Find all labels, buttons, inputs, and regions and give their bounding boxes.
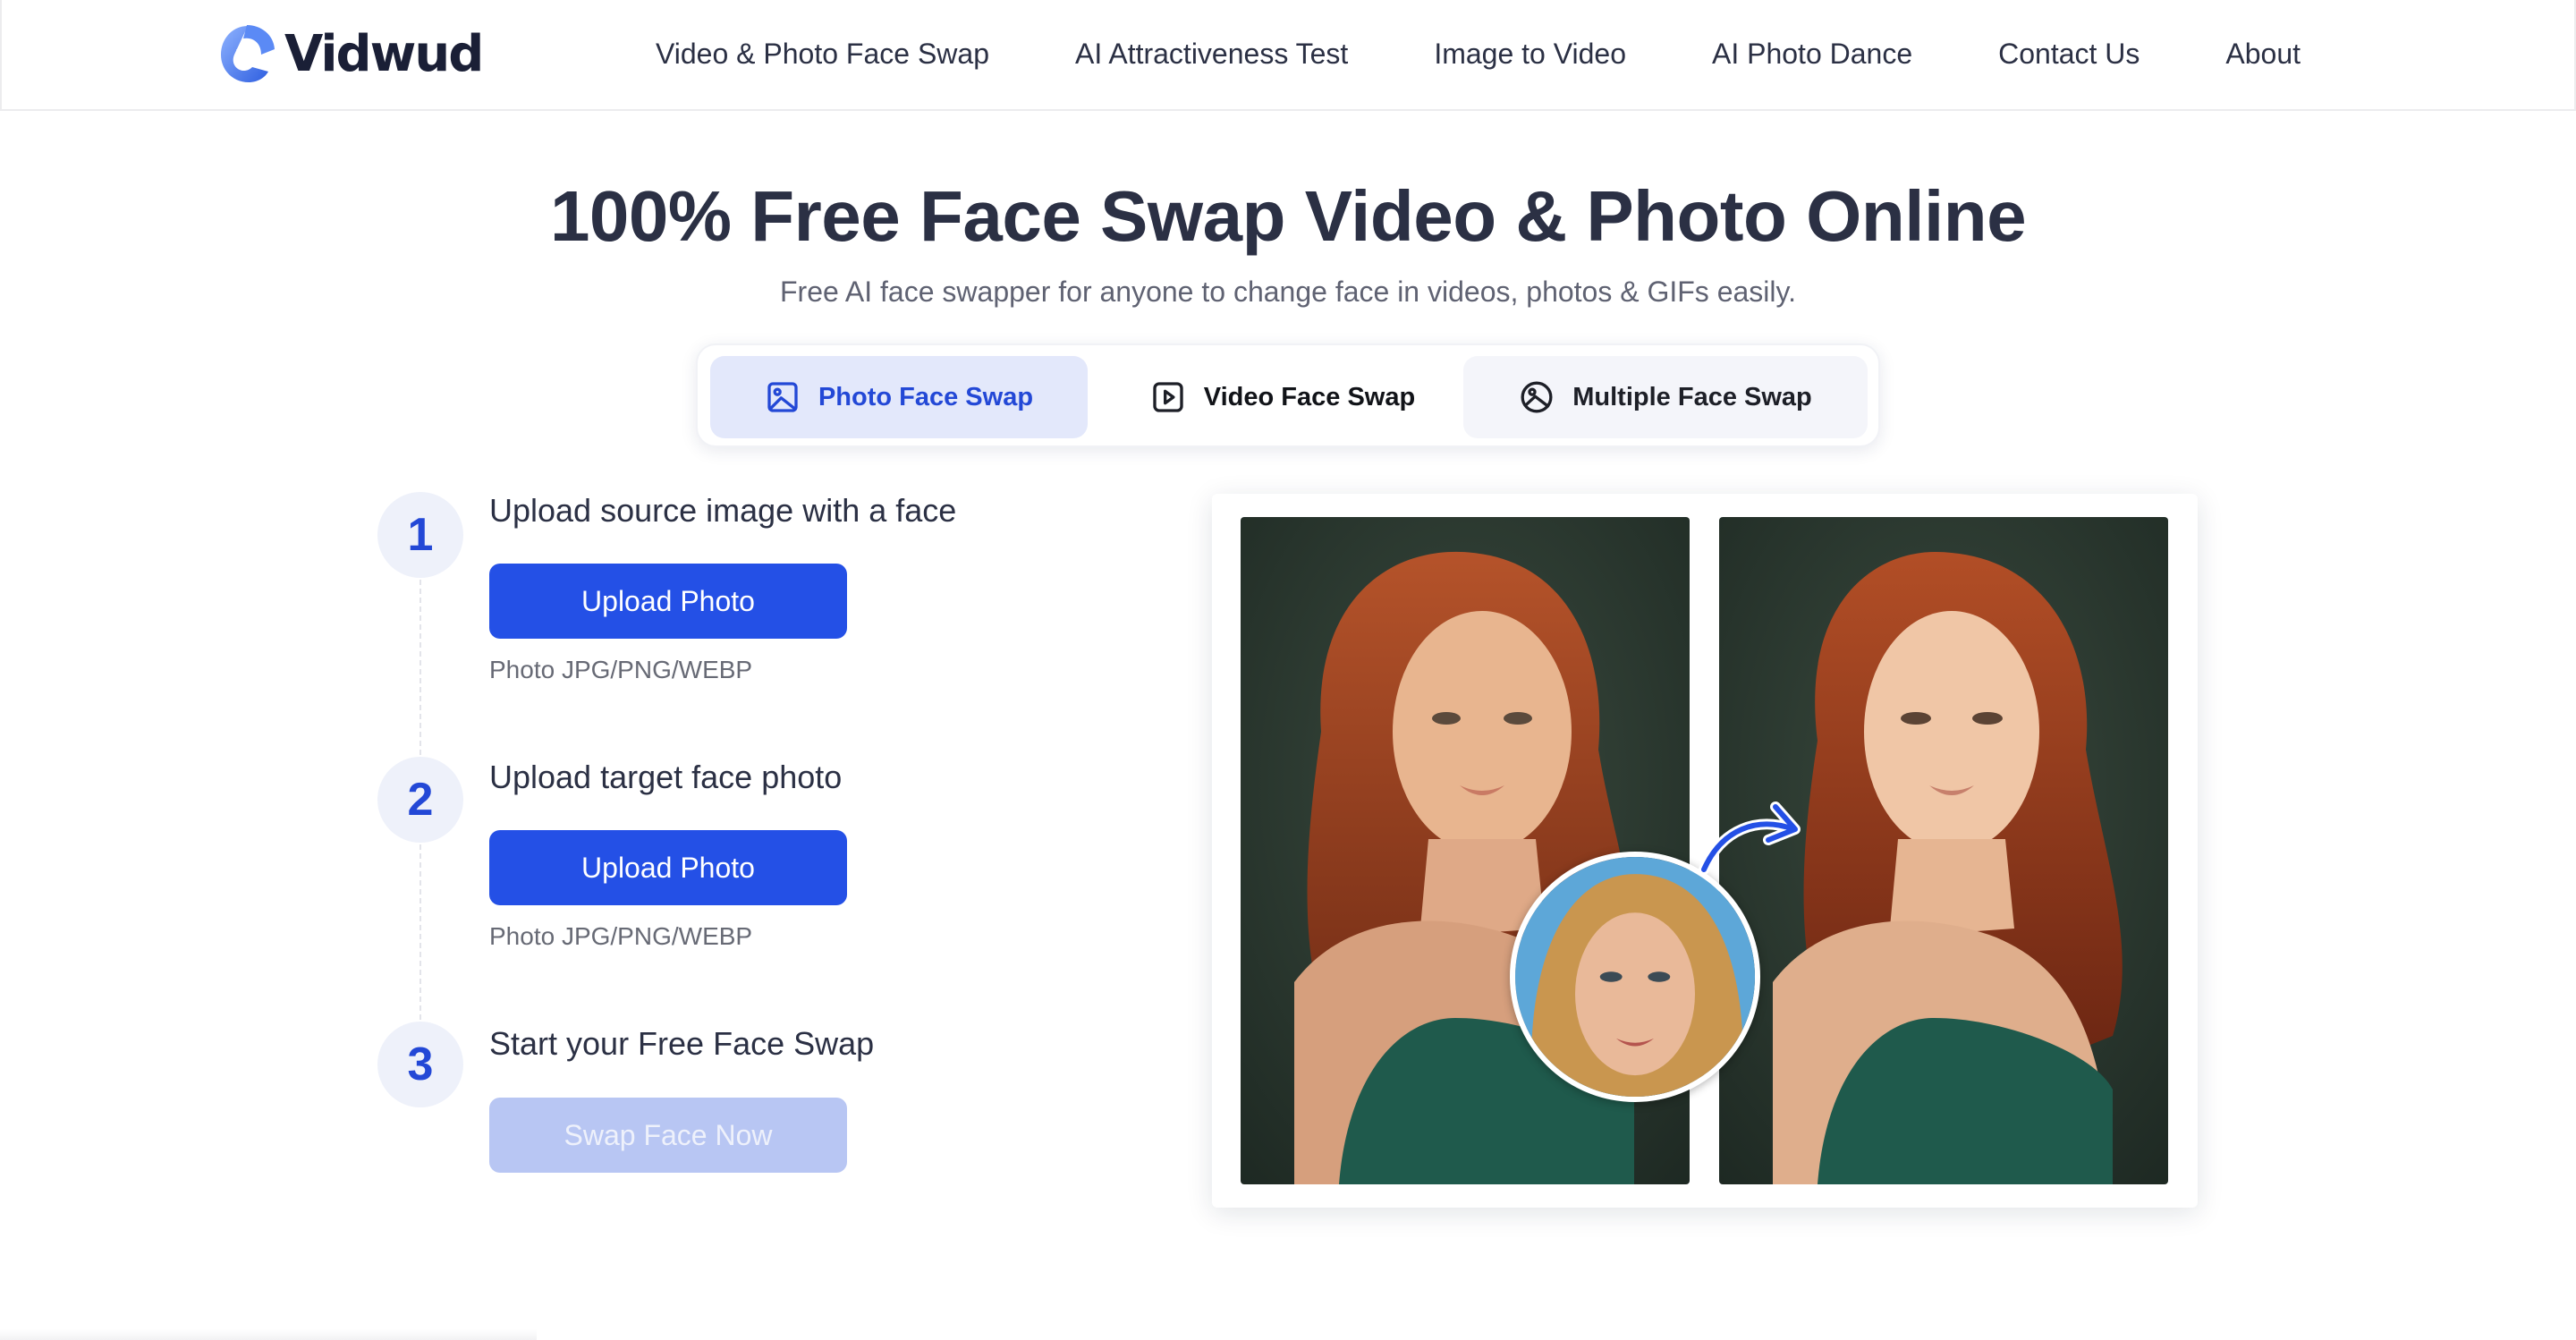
vidwud-logo-icon xyxy=(221,25,275,82)
nav-ai-photo-dance[interactable]: AI Photo Dance xyxy=(1712,38,1912,71)
swap-face-now-button[interactable]: Swap Face Now xyxy=(489,1098,847,1173)
play-icon xyxy=(1153,382,1183,412)
nav-face-swap[interactable]: Video & Photo Face Swap xyxy=(656,38,989,71)
step-1-number: 1 xyxy=(377,492,463,578)
page-fold-shadow xyxy=(0,1329,537,1340)
upload-target-photo-button[interactable]: Upload Photo xyxy=(489,830,847,905)
nav-contact-us[interactable]: Contact Us xyxy=(1998,38,2140,71)
nav-attractiveness-test[interactable]: AI Attractiveness Test xyxy=(1075,38,1348,71)
site-header: Vidwud Video & Photo Face Swap AI Attrac… xyxy=(0,0,2576,111)
tab-video-face-swap[interactable]: Video Face Swap xyxy=(1095,356,1470,438)
step-2-formats: Photo JPG/PNG/WEBP xyxy=(489,922,753,950)
target-face-thumbnail xyxy=(1510,852,1760,1102)
page-title: 100% Free Face Swap Video & Photo Online xyxy=(549,176,2027,256)
step-3-title: Start your Free Face Swap xyxy=(489,1025,875,1062)
swap-mode-tabs: Photo Face Swap Video Face Swap Multiple… xyxy=(696,343,1880,447)
brand-name: Vidwud xyxy=(284,24,484,83)
step-1-formats: Photo JPG/PNG/WEBP xyxy=(489,656,753,683)
tab-label: Photo Face Swap xyxy=(818,382,1034,411)
logo[interactable]: Vidwud xyxy=(216,20,484,88)
swap-arrow-icon xyxy=(1699,801,1801,875)
tab-multiple-face-swap[interactable]: Multiple Face Swap xyxy=(1463,356,1868,438)
tab-label: Multiple Face Swap xyxy=(1572,382,1812,411)
nav-image-to-video[interactable]: Image to Video xyxy=(1434,38,1626,71)
step-connector xyxy=(419,844,421,1020)
image-icon xyxy=(767,382,798,412)
upload-source-photo-button[interactable]: Upload Photo xyxy=(489,564,847,639)
step-2-number: 2 xyxy=(377,757,463,843)
circle-image-icon xyxy=(1521,381,1553,413)
face-swap-example xyxy=(1212,494,2198,1208)
tab-photo-face-swap[interactable]: Photo Face Swap xyxy=(710,356,1088,438)
page-subtitle: Free AI face swapper for anyone to chang… xyxy=(779,276,1797,308)
step-3-number: 3 xyxy=(377,1022,463,1107)
step-2-title: Upload target face photo xyxy=(489,759,843,795)
tab-label: Video Face Swap xyxy=(1203,382,1416,411)
step-1-title: Upload source image with a face xyxy=(489,492,957,529)
face-image xyxy=(1515,857,1755,1097)
nav-about[interactable]: About xyxy=(2225,38,2301,71)
main-nav: Video & Photo Face Swap AI Attractivenes… xyxy=(656,0,2386,107)
step-connector xyxy=(419,580,421,755)
